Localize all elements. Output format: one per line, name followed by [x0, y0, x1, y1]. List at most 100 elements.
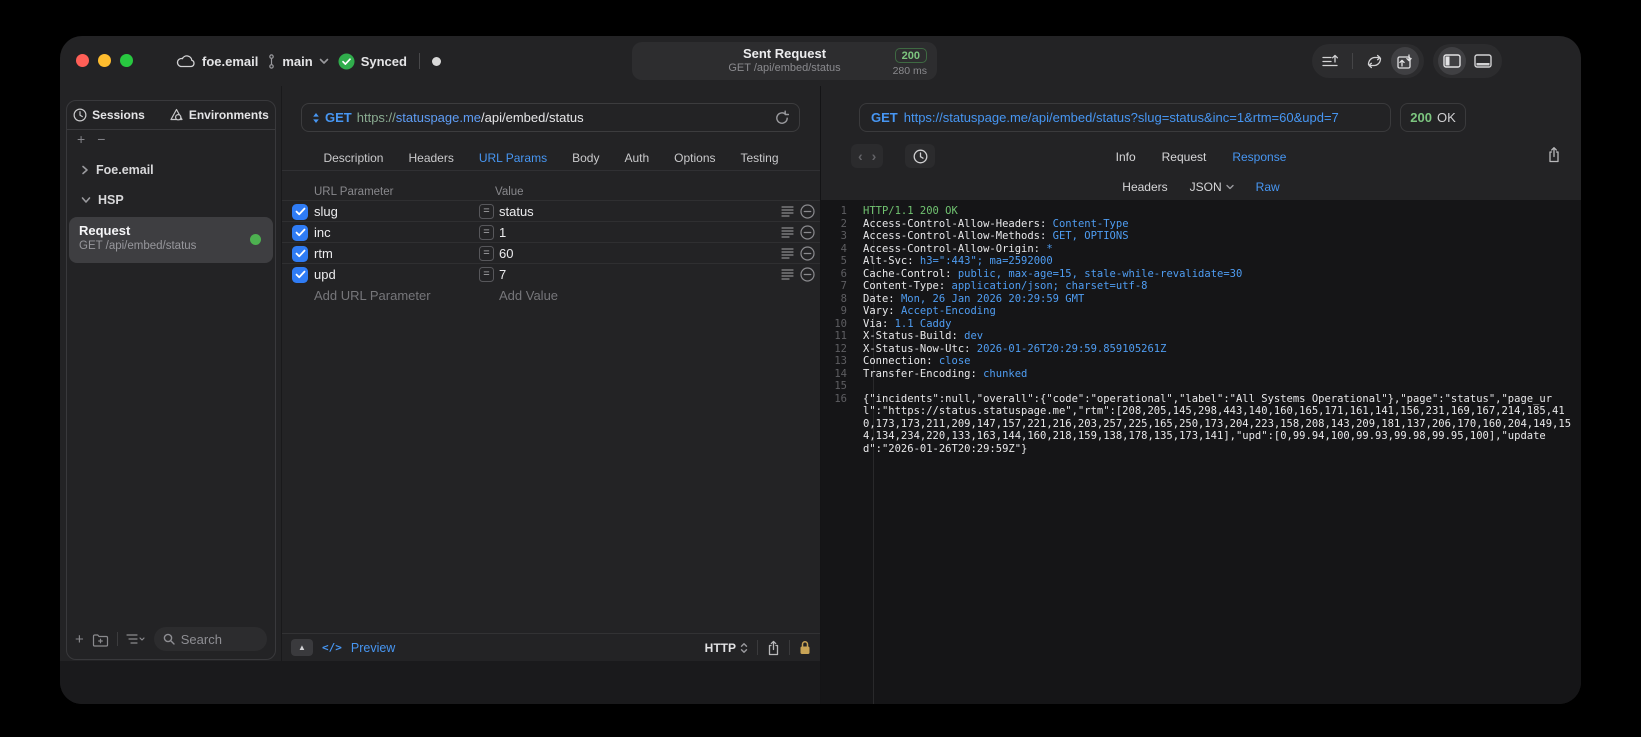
toolbar-separator [1352, 53, 1353, 69]
response-tab-info[interactable]: Info [1116, 150, 1136, 164]
tree-group-foe-email[interactable]: Foe.email [67, 155, 275, 185]
add-value-placeholder[interactable]: Add Value [499, 288, 558, 303]
response-subtab-raw[interactable]: Raw [1256, 180, 1280, 194]
chevron-down-icon [1225, 184, 1234, 190]
tab-description[interactable]: Description [323, 151, 383, 165]
response-tab-request[interactable]: Request [1162, 150, 1207, 164]
chevron-right-icon [81, 165, 89, 175]
sidebar-tab-environments[interactable]: Environments [169, 108, 269, 122]
response-tab-response[interactable]: Response [1232, 150, 1286, 164]
sidebar-request-item[interactable]: Request GET /api/embed/status [69, 217, 273, 263]
minimize-window-button[interactable] [98, 54, 111, 67]
protocol-selector[interactable]: HTTP [705, 641, 748, 655]
response-line: 16 {"incidents":null,"overall":{"code":"o… [821, 393, 1575, 456]
request-url-bar[interactable]: GET https://statuspage.me/api/embed/stat… [301, 103, 800, 132]
response-line: 14 Transfer-Encoding: chunked [821, 368, 1575, 381]
sent-request-subtitle: GET /api/embed/status [728, 62, 841, 74]
param-text-options-icon[interactable] [781, 268, 794, 281]
param-name[interactable]: inc [314, 225, 331, 240]
chevron-down-icon [81, 196, 91, 204]
remove-session-button[interactable]: − [97, 131, 105, 147]
response-line: 4 Access-Control-Allow-Origin: * [821, 243, 1575, 256]
equals-icon: = [479, 204, 494, 219]
new-request-button[interactable]: + [75, 632, 84, 647]
lock-icon[interactable] [799, 640, 811, 655]
param-checkbox[interactable] [292, 266, 308, 283]
equals-icon: = [479, 267, 494, 282]
sync-label: Synced [360, 53, 407, 69]
tab-headers[interactable]: Headers [408, 151, 453, 165]
sort-options-icon[interactable] [126, 633, 146, 645]
param-value[interactable]: 1 [499, 225, 506, 240]
export-response-icon[interactable] [1547, 146, 1561, 163]
param-name[interactable]: slug [314, 204, 338, 219]
add-param-placeholder[interactable]: Add URL Parameter [314, 288, 431, 303]
line-number: 10 [834, 317, 847, 330]
response-subtab-json[interactable]: JSON [1190, 180, 1234, 194]
tree-group-hsp[interactable]: HSP [67, 185, 275, 215]
project-menu[interactable]: foe.email [176, 54, 258, 69]
param-text-options-icon[interactable] [781, 226, 794, 239]
response-line: 5 Alt-Svc: h3=":443"; ma=2592000 [821, 255, 1575, 268]
tab-testing[interactable]: Testing [741, 151, 779, 165]
resend-request-icon[interactable] [775, 110, 789, 125]
request-item-title: Request [79, 223, 131, 238]
response-status-text: OK [1436, 110, 1456, 125]
param-value[interactable]: 7 [499, 267, 506, 282]
merge-branches-button[interactable] [1360, 47, 1388, 75]
request-list-export-button[interactable] [1317, 47, 1345, 75]
close-window-button[interactable] [76, 54, 89, 67]
param-text-options-icon[interactable] [781, 247, 794, 260]
params-table-header: URL Parameter Value [282, 186, 820, 200]
new-folder-icon[interactable] [92, 632, 109, 647]
project-name: foe.email [202, 53, 259, 69]
preview-button[interactable]: Preview [351, 641, 395, 655]
request-item-subtitle: GET /api/embed/status [79, 240, 197, 252]
tab-body[interactable]: Body [572, 151, 599, 165]
zoom-window-button[interactable] [120, 54, 133, 67]
line-number: 3 [840, 230, 847, 242]
screen: foe.email main Synced Sent Request GET /… [0, 0, 1641, 737]
param-checkbox[interactable] [292, 245, 308, 262]
sidebar-tab-sessions[interactable]: Sessions [73, 108, 145, 122]
collapse-panel-button[interactable]: ▲ [291, 639, 313, 656]
line-number: 16 [834, 392, 847, 405]
param-text-options-icon[interactable] [781, 205, 794, 218]
response-request-line[interactable]: GET https://statuspage.me/api/embed/stat… [859, 103, 1391, 132]
tab-options[interactable]: Options [674, 151, 715, 165]
param-checkbox[interactable] [292, 224, 308, 241]
traffic-lights [76, 54, 133, 67]
remove-param-icon[interactable] [800, 225, 815, 240]
response-tabs: Info Request Response [821, 147, 1581, 167]
column-url-parameter: URL Parameter [314, 186, 394, 198]
request-method: GET [325, 110, 352, 125]
request-summary-pill[interactable]: Sent Request GET /api/embed/status 200 2… [632, 42, 937, 80]
tab-auth[interactable]: Auth [624, 151, 649, 165]
param-row-inc: inc = 1 [282, 221, 820, 242]
add-session-button[interactable]: + [77, 131, 85, 147]
response-body[interactable]: 1 HTTP/1.1 200 OK 2 Access-Control-Allow-He… [821, 200, 1581, 704]
response-subtab-headers[interactable]: Headers [1122, 180, 1167, 194]
param-name[interactable]: upd [314, 267, 336, 282]
remove-param-icon[interactable] [800, 267, 815, 282]
response-line: 3 Access-Control-Allow-Methods: GET, OPTI… [821, 230, 1575, 243]
toggle-sidebar-button[interactable] [1438, 47, 1466, 75]
import-export-button[interactable] [1391, 47, 1419, 75]
method-stepper-icon[interactable] [312, 112, 320, 124]
param-name[interactable]: rtm [314, 246, 333, 261]
request-duration: 280 ms [892, 65, 927, 77]
remove-param-icon[interactable] [800, 246, 815, 261]
param-checkbox[interactable] [292, 203, 308, 220]
tab-url-params[interactable]: URL Params [479, 151, 547, 165]
toggle-bottom-panel-button[interactable] [1469, 47, 1497, 75]
param-value[interactable]: 60 [499, 246, 513, 261]
remove-param-icon[interactable] [800, 204, 815, 219]
sidebar-search-input[interactable]: Search [153, 627, 267, 651]
params-table: slug = status inc = 1 rtm = 60 upd = 7 Add URL Param… [282, 200, 820, 306]
response-line: 13 Connection: close [821, 355, 1575, 368]
param-value[interactable]: status [499, 204, 534, 219]
share-icon[interactable] [767, 640, 780, 656]
titlebar-separator [418, 53, 420, 69]
branch-selector[interactable]: main [267, 54, 329, 69]
sync-status[interactable]: Synced [338, 53, 407, 70]
